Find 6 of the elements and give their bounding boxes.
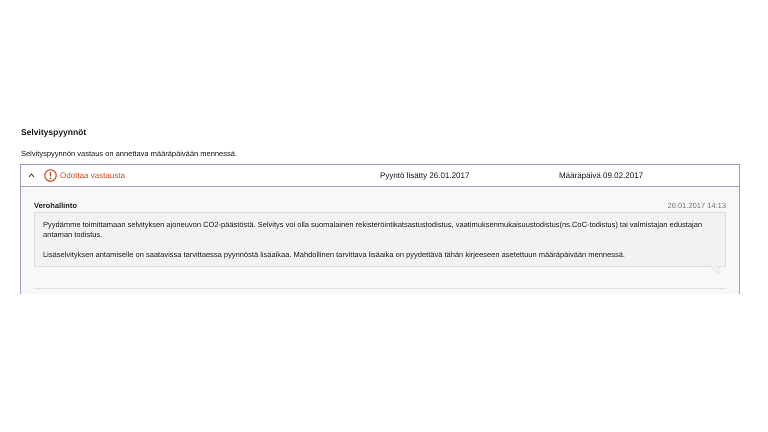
section-title: Selvityspyynnöt [21, 126, 88, 138]
warning-icon [44, 169, 57, 182]
request-added-date: Pyyntö lisätty 26.01.2017 [380, 170, 470, 182]
deadline-date: Määräpäivä 09.02.2017 [559, 170, 644, 182]
status-label: Odottaa vastausta [60, 170, 126, 182]
chevron-up-icon[interactable] [28, 173, 35, 178]
